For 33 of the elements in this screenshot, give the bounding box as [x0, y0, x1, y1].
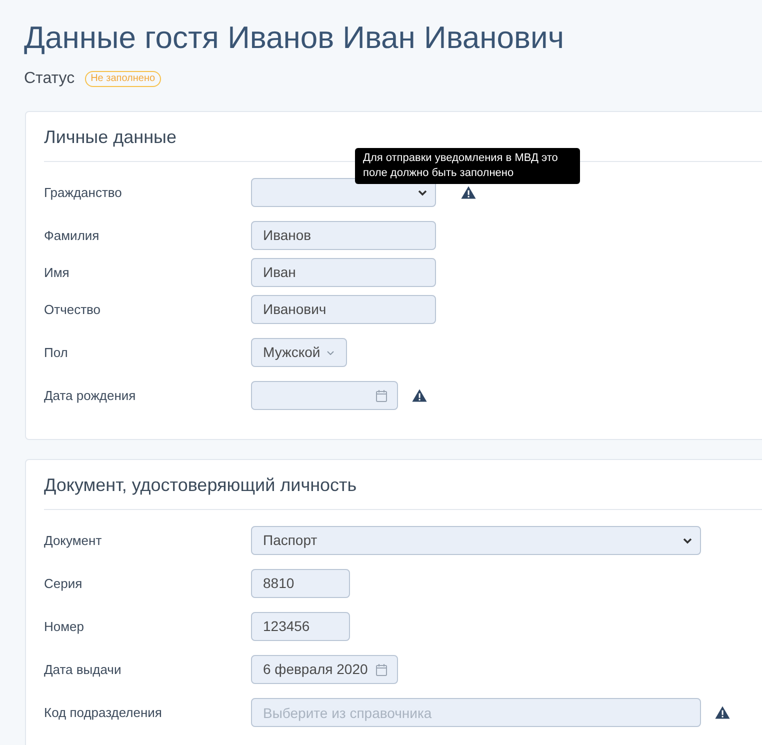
- field-label: Номер: [44, 618, 86, 636]
- field-label: Серия: [44, 574, 84, 593]
- tooltip: Для отправки уведомления в МВД это поле должно быть заполнено: [355, 148, 580, 184]
- field-label: Документ: [44, 532, 103, 550]
- select-field[interactable]: Паспорт: [251, 526, 701, 555]
- field-label: Имя: [44, 264, 70, 282]
- field-label: Пол: [44, 344, 69, 362]
- input-field[interactable]: Иванович: [251, 295, 436, 324]
- input-field[interactable]: Иванов: [251, 221, 436, 250]
- dropdown-button[interactable]: Мужской: [251, 338, 347, 367]
- chevron-down-icon: [327, 350, 334, 354]
- section-title: Документ, удостоверяющий личность: [44, 474, 357, 497]
- field-label: Дата рождения: [44, 386, 137, 405]
- field-label: Отчество: [44, 300, 102, 319]
- date-field[interactable]: [251, 381, 398, 410]
- select-field[interactable]: [251, 178, 436, 207]
- chevron-down-icon: [683, 538, 692, 544]
- input-field[interactable]: Выберите из справочника: [251, 698, 701, 727]
- input-field[interactable]: 123456: [251, 612, 350, 641]
- status-badge: Не заполнено: [84, 71, 162, 87]
- section-title: Личные данные: [44, 126, 176, 149]
- page-title: Данные гостя Иванов Иван Иванович: [24, 19, 564, 57]
- date-field[interactable]: 6 февраля 2020: [251, 655, 398, 684]
- input-field[interactable]: 8810: [251, 569, 350, 598]
- field-label: Фамилия: [44, 226, 100, 245]
- field-label: Дата выдачи: [44, 660, 122, 679]
- input-field[interactable]: Иван: [251, 258, 436, 287]
- field-label: Гражданство: [44, 184, 123, 202]
- chevron-down-icon: [418, 190, 427, 196]
- field-label: Код подразделения: [44, 704, 163, 722]
- calendar-icon: [376, 390, 387, 402]
- calendar-icon: [376, 664, 387, 676]
- status-label: Статус: [24, 69, 75, 89]
